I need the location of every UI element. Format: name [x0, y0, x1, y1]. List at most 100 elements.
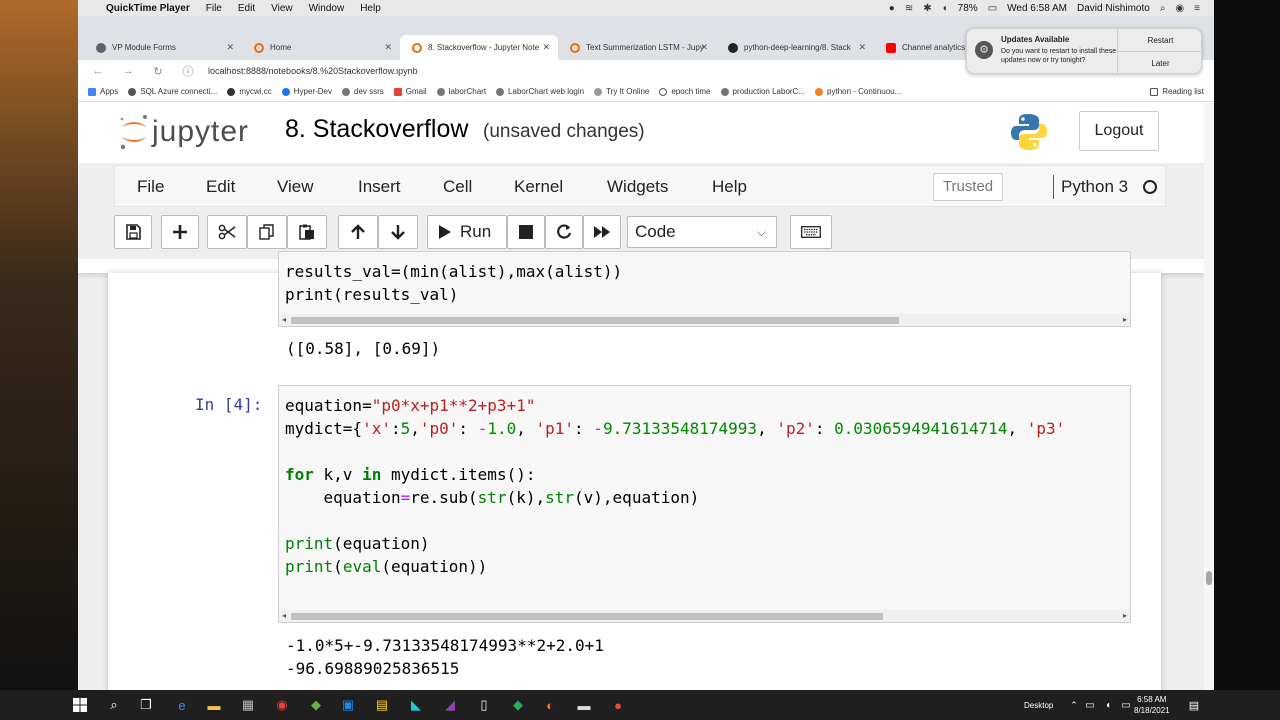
- menu-help[interactable]: Help: [712, 177, 747, 197]
- menu-cell[interactable]: Cell: [443, 177, 472, 197]
- close-icon[interactable]: ✕: [384, 42, 392, 53]
- reading-list[interactable]: Reading list: [1150, 87, 1204, 96]
- bookmark-mycwi[interactable]: mycwi.cc: [227, 87, 272, 96]
- later-button[interactable]: Later: [1118, 52, 1203, 75]
- menu-insert[interactable]: Insert: [358, 177, 401, 197]
- tab-github[interactable]: python-deep-learning/8. Stack ✕: [716, 35, 874, 60]
- volume-icon[interactable]: ◖: [942, 3, 948, 14]
- close-icon[interactable]: ✕: [542, 42, 550, 53]
- tab-home[interactable]: Home ✕: [242, 35, 400, 60]
- page-scrollbar-thumb[interactable]: [1206, 571, 1212, 585]
- chevron-up-icon[interactable]: ⌃: [1066, 697, 1082, 713]
- code-cell-1[interactable]: results_val=(min(alist),max(alist)) prin…: [278, 251, 1131, 327]
- close-icon[interactable]: ✕: [700, 42, 708, 53]
- insert-cell-button[interactable]: [161, 215, 199, 249]
- mac-menu-edit[interactable]: Edit: [238, 3, 255, 14]
- taskbar-desktop-label[interactable]: Desktop: [1024, 701, 1053, 710]
- battery-icon[interactable]: ▭: [988, 3, 997, 14]
- battery-percent[interactable]: 78%: [958, 3, 978, 14]
- copy-button[interactable]: [247, 215, 287, 249]
- mac-menu-help[interactable]: Help: [360, 3, 381, 14]
- menu-file[interactable]: File: [137, 177, 164, 197]
- bookmark-laborchart-login[interactable]: LaborChart web login: [496, 87, 584, 96]
- interrupt-button[interactable]: [507, 215, 545, 249]
- page-scrollbar[interactable]: [1204, 103, 1214, 690]
- jupyter-icon[interactable]: ◐: [542, 697, 558, 713]
- mac-menu-view[interactable]: View: [271, 3, 293, 14]
- file-explorer-icon[interactable]: ▬: [206, 697, 222, 713]
- scroll-right-icon[interactable]: ▸: [1123, 611, 1127, 620]
- trusted-indicator[interactable]: Trusted: [933, 173, 1003, 201]
- restart-run-all-button[interactable]: [583, 215, 621, 249]
- scroll-left-icon[interactable]: ◂: [282, 315, 286, 324]
- paste-button[interactable]: [287, 215, 327, 249]
- app-menu-name[interactable]: QuickTime Player: [106, 3, 190, 14]
- git-icon[interactable]: ◆: [510, 697, 526, 713]
- logout-button[interactable]: Logout: [1079, 111, 1159, 151]
- search-icon[interactable]: ⌕: [1160, 3, 1166, 14]
- bluetooth-icon[interactable]: ✱: [923, 3, 931, 14]
- search-icon[interactable]: ⌕: [106, 697, 122, 713]
- notepad-icon[interactable]: ▯: [476, 697, 492, 713]
- update-notification[interactable]: ⚙ Updates Available Do you want to resta…: [966, 28, 1203, 75]
- menu-view[interactable]: View: [277, 177, 314, 197]
- menu-kernel[interactable]: Kernel: [514, 177, 563, 197]
- mac-menu-window[interactable]: Window: [309, 3, 345, 14]
- bookmark-production-laborc[interactable]: production LaborC...: [720, 87, 805, 96]
- bookmark-sql-azure[interactable]: SQL Azure connecti...: [128, 87, 217, 96]
- cut-button[interactable]: [207, 215, 247, 249]
- code-cell-2-editor[interactable]: equation="p0*x+p1**2+p3+1" mydict={'x':5…: [285, 394, 1065, 578]
- bookmark-try-it-online[interactable]: Try It Online: [594, 87, 649, 96]
- tab-text-summerization[interactable]: Text Summerization LSTM - Jupy ✕: [558, 35, 716, 60]
- notebook-name[interactable]: 8. Stackoverflow: [285, 115, 468, 144]
- site-info-icon[interactable]: ⓘ: [178, 63, 198, 79]
- taskbar-clock[interactable]: 6:58 AM 8/18/2021: [1134, 694, 1170, 716]
- record-status-icon[interactable]: ●: [889, 3, 895, 14]
- tab-vp-module-forms[interactable]: VP Module Forms ✕: [84, 35, 242, 60]
- save-button[interactable]: [114, 215, 152, 249]
- restart-button[interactable]: Restart: [1118, 29, 1203, 52]
- volume-icon[interactable]: ◖: [1100, 697, 1116, 713]
- snipping-tool-icon[interactable]: ●: [610, 697, 626, 713]
- control-center-icon[interactable]: ≡: [1194, 3, 1200, 14]
- visual-studio-icon[interactable]: ◢: [442, 697, 458, 713]
- code-cell-1-editor[interactable]: results_val=(min(alist),max(alist)) prin…: [285, 260, 622, 306]
- bookmark-laborchart[interactable]: laborChart: [436, 87, 486, 96]
- network-icon[interactable]: ▭: [1082, 697, 1098, 713]
- app-icon[interactable]: ◆: [308, 697, 324, 713]
- keyboard-icon[interactable]: ▭: [1118, 697, 1134, 713]
- horizontal-scrollbar[interactable]: ◂ ▸: [279, 314, 1130, 326]
- chrome-icon[interactable]: ◉: [274, 697, 290, 713]
- move-down-button[interactable]: [378, 215, 418, 249]
- run-button[interactable]: Run: [427, 215, 507, 249]
- horizontal-scrollbar[interactable]: ◂ ▸: [279, 610, 1130, 622]
- move-up-button[interactable]: [338, 215, 378, 249]
- bookmark-dev-ssrs[interactable]: dev ssrs: [342, 87, 384, 96]
- url-field[interactable]: localhost:8888/notebooks/8.%20Stackoverf…: [208, 66, 418, 76]
- close-icon[interactable]: ✕: [858, 42, 866, 53]
- forward-icon[interactable]: →: [118, 65, 138, 77]
- mac-user-name[interactable]: David Nishimoto: [1077, 3, 1150, 14]
- azure-icon[interactable]: ◣: [408, 697, 424, 713]
- bookmark-hyper-dev[interactable]: Hyper-Dev: [281, 87, 332, 96]
- wifi-icon[interactable]: ≋: [905, 3, 913, 14]
- windows-start-icon[interactable]: [72, 697, 88, 713]
- back-icon[interactable]: ←: [88, 65, 108, 77]
- bookmark-apps[interactable]: Apps: [88, 87, 118, 96]
- kernel-name[interactable]: Python 3: [1061, 177, 1128, 197]
- restart-kernel-button[interactable]: [545, 215, 583, 249]
- reload-icon[interactable]: ↻: [148, 65, 168, 78]
- scrollbar-thumb[interactable]: [291, 317, 899, 324]
- outlook-icon[interactable]: ▣: [340, 697, 356, 713]
- edge-icon[interactable]: e: [174, 697, 190, 713]
- task-view-icon[interactable]: ❐: [138, 697, 154, 713]
- cell-type-select[interactable]: Code ⌵: [627, 216, 777, 248]
- scrollbar-thumb[interactable]: [291, 613, 883, 620]
- bookmark-python-continuous[interactable]: python - Continuou...: [815, 87, 901, 96]
- scroll-left-icon[interactable]: ◂: [282, 611, 286, 620]
- code-cell-2[interactable]: equation="p0*x+p1**2+p3+1" mydict={'x':5…: [278, 385, 1131, 623]
- store-icon[interactable]: ▦: [240, 697, 256, 713]
- mac-menu-file[interactable]: File: [206, 3, 222, 14]
- jupyter-logo[interactable]: jupyter: [118, 113, 249, 151]
- terminal-icon[interactable]: ▬: [576, 697, 592, 713]
